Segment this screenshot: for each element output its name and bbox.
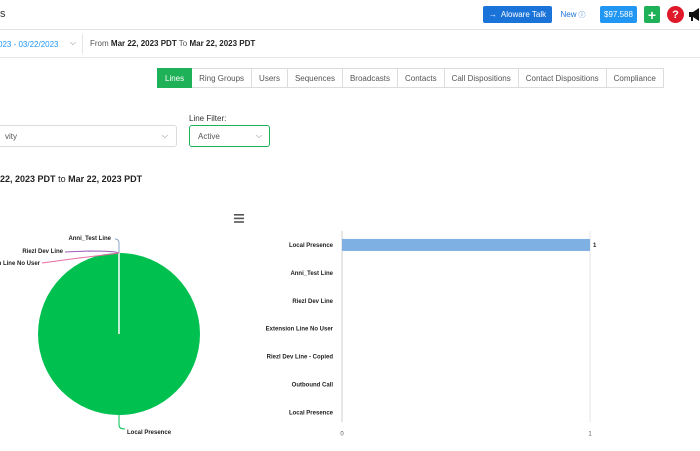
bar-category-label: Extension Line No User	[266, 327, 334, 333]
bar-x-tick-label: 0	[340, 431, 344, 437]
pie-label: Local Presence	[127, 430, 172, 436]
pie-label: Riezl Dev Line	[22, 249, 63, 255]
bar-category-label: Riezl Dev Line	[292, 299, 333, 305]
pie-label: Anni_Test Line	[68, 236, 111, 242]
bar-category-label: Local Presence	[289, 410, 334, 416]
bar-data-label: 1	[593, 243, 597, 249]
bar-category-label: Local Presence	[289, 243, 334, 249]
bar-x-tick-label: 1	[588, 431, 592, 437]
bar-category-label: Anni_Test Line	[290, 271, 333, 277]
charts-svg: Local Presence Anni_Test Line Riezl Dev Li…	[0, 231, 597, 437]
bar	[342, 238, 590, 251]
pie-connector	[64, 250, 120, 254]
pie-connector	[114, 238, 120, 253]
bar-category-label: Outbound Call	[292, 382, 334, 388]
pie-label: nsion Line No User	[0, 261, 41, 267]
bar-category-label: Riezl Dev Line - Copied	[267, 355, 334, 361]
pie-connector	[118, 415, 126, 430]
